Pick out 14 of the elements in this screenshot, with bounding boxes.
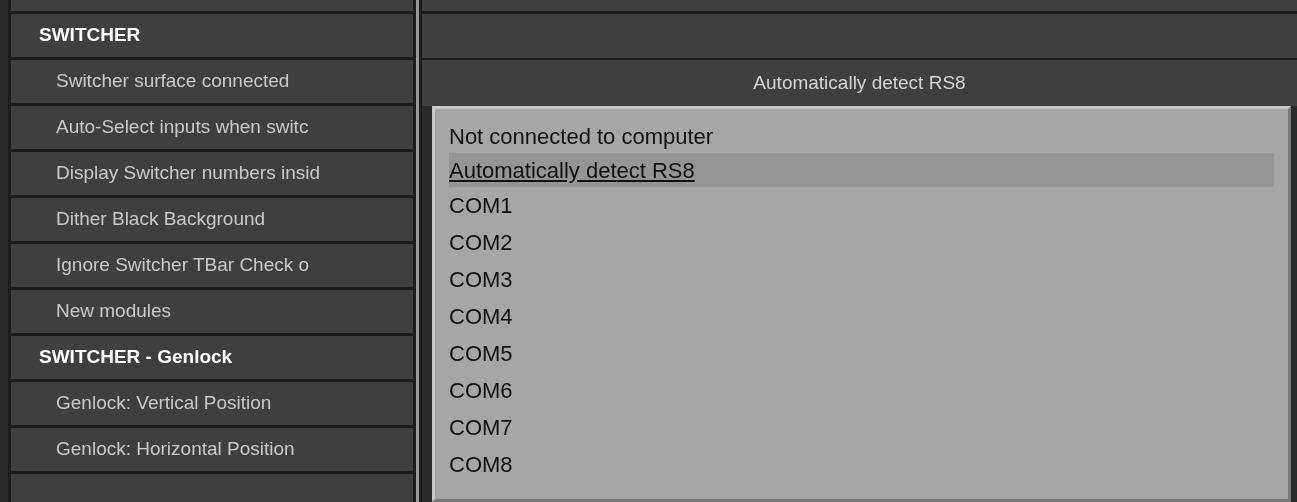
dropdown-option[interactable]: COM3 (449, 261, 1274, 298)
setting-label[interactable]: New modules (56, 297, 172, 326)
dropdown-option[interactable]: COM7 (449, 409, 1274, 446)
dropdown-option[interactable]: Not connected to computer (449, 119, 1274, 153)
section-header: SWITCHER (39, 23, 141, 48)
value-field[interactable]: Automatically detect RS8 (422, 60, 1297, 106)
dropdown-option[interactable]: COM5 (449, 335, 1274, 372)
dropdown-option[interactable]: COM2 (449, 224, 1274, 261)
dropdown-option[interactable]: COM1 (449, 187, 1274, 224)
dropdown-option[interactable]: COM6 (449, 372, 1274, 409)
section-header: SWITCHER - Genlock (39, 345, 233, 370)
dropdown-option[interactable]: COM8 (449, 446, 1274, 483)
dropdown-option[interactable]: Automatically detect RS8 (449, 153, 1274, 187)
dropdown-option[interactable]: COM4 (449, 298, 1274, 335)
